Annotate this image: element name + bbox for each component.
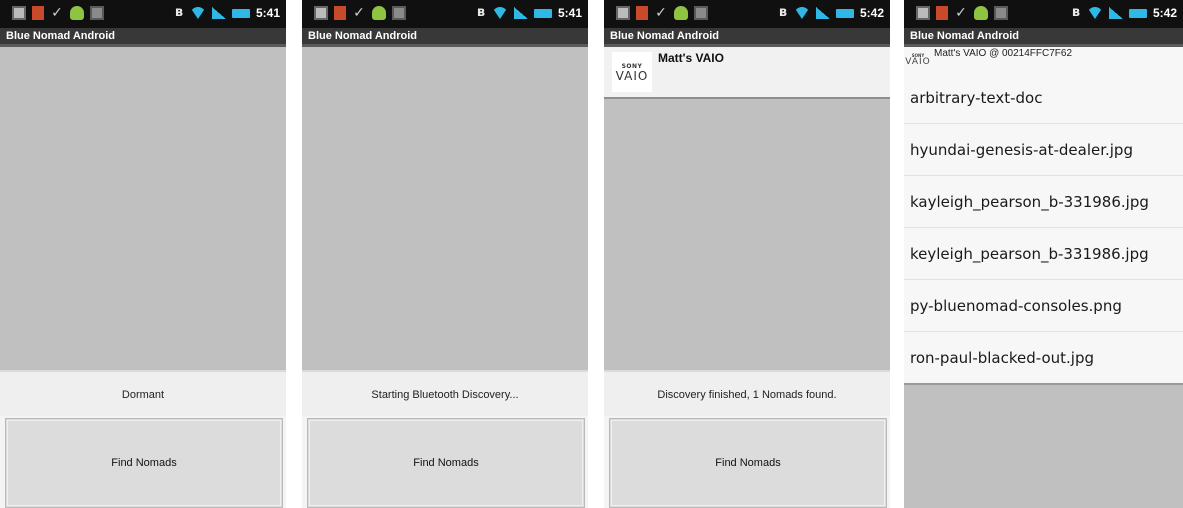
battery-icon: [835, 8, 854, 18]
usb-icon: [32, 6, 44, 20]
footer: Find Nomads: [0, 416, 286, 508]
connection-header: SONY VAIO Matt's VAIO @ 00214FFC7F62: [904, 47, 1183, 72]
wifi-icon: [793, 7, 810, 19]
status-bar: ✓ ʙ 5:42: [904, 0, 1183, 28]
file-list-item[interactable]: ron-paul-blacked-out.jpg: [904, 332, 1183, 385]
check-icon: ✓: [51, 5, 63, 21]
signal-icon: [815, 7, 830, 19]
sony-vaio-logo-icon: SONY VAIO: [612, 52, 652, 92]
sd-card-icon: [694, 6, 708, 20]
phone-screen-discovering: ✓ ʙ 5:41 Blue Nomad Android Starting Blu…: [302, 0, 588, 508]
check-icon: ✓: [955, 5, 967, 21]
signal-icon: [1108, 7, 1123, 19]
phone-screen-file-list: ✓ ʙ 5:42 Blue Nomad Android SONY VAIO Ma…: [904, 0, 1183, 508]
app-title: Blue Nomad Android: [0, 28, 286, 47]
android-icon: [372, 6, 386, 20]
status-bar: ✓ ʙ 5:41: [302, 0, 588, 28]
find-nomads-button[interactable]: Find Nomads: [609, 418, 887, 508]
sony-vaio-logo-icon: SONY VAIO: [905, 53, 931, 67]
usb-icon: [636, 6, 648, 20]
usb-icon: [334, 6, 346, 20]
status-bar: ✓ ʙ 5:41: [0, 0, 286, 28]
file-list: arbitrary-text-doc hyundai-genesis-at-de…: [904, 72, 1183, 385]
sd-card-icon: [994, 6, 1008, 20]
wifi-icon: [1086, 7, 1103, 19]
app-title: Blue Nomad Android: [604, 28, 890, 47]
status-bar: ✓ ʙ 5:42: [604, 0, 890, 28]
footer: Find Nomads: [302, 416, 588, 508]
sd-card-icon: [392, 6, 406, 20]
clock: 5:42: [1152, 6, 1177, 20]
battery-icon: [533, 8, 552, 18]
clock: 5:41: [557, 6, 582, 20]
clock: 5:41: [255, 6, 280, 20]
battery-icon: [1128, 8, 1147, 18]
check-icon: ✓: [353, 5, 365, 21]
notification-box-icon: [616, 6, 630, 20]
sd-card-icon: [90, 6, 104, 20]
file-list-item[interactable]: arbitrary-text-doc: [904, 72, 1183, 124]
android-icon: [674, 6, 688, 20]
bluetooth-icon: ʙ: [174, 5, 184, 20]
connection-label: Matt's VAIO @ 00214FFC7F62: [934, 48, 1073, 59]
signal-icon: [513, 7, 528, 19]
file-list-item[interactable]: kayleigh_pearson_b-331986.jpg: [904, 176, 1183, 228]
wifi-icon: [189, 7, 206, 19]
device-name: Matt's VAIO: [658, 51, 724, 65]
bluetooth-icon: ʙ: [778, 5, 788, 20]
notification-box-icon: [916, 6, 930, 20]
signal-icon: [211, 7, 226, 19]
clock: 5:42: [859, 6, 884, 20]
app-title: Blue Nomad Android: [904, 28, 1183, 47]
notification-box-icon: [12, 6, 26, 20]
file-browser-area: SONY VAIO Matt's VAIO @ 00214FFC7F62 arb…: [904, 47, 1183, 508]
file-list-item[interactable]: py-bluenomad-consoles.png: [904, 280, 1183, 332]
file-list-item[interactable]: keyleigh_pearson_b-331986.jpg: [904, 228, 1183, 280]
battery-icon: [231, 8, 250, 18]
wifi-icon: [491, 7, 508, 19]
find-nomads-button[interactable]: Find Nomads: [307, 418, 585, 508]
android-icon: [70, 6, 84, 20]
bluetooth-icon: ʙ: [1071, 5, 1081, 20]
app-title: Blue Nomad Android: [302, 28, 588, 47]
notification-box-icon: [314, 6, 328, 20]
bluetooth-icon: ʙ: [476, 5, 486, 20]
phone-screen-discovery-finished: ✓ ʙ 5:42 Blue Nomad Android SONY VAIO Ma…: [604, 0, 890, 508]
file-list-item[interactable]: hyundai-genesis-at-dealer.jpg: [904, 124, 1183, 176]
discovery-status: Starting Bluetooth Discovery...: [302, 370, 588, 416]
find-nomads-button[interactable]: Find Nomads: [5, 418, 283, 508]
check-icon: ✓: [655, 5, 667, 21]
phone-screen-dormant: ✓ ʙ 5:41 Blue Nomad Android Dormant Find…: [0, 0, 286, 508]
discovery-status: Discovery finished, 1 Nomads found.: [604, 370, 890, 416]
device-list-item[interactable]: SONY VAIO Matt's VAIO: [604, 47, 890, 99]
android-icon: [974, 6, 988, 20]
discovery-status: Dormant: [0, 370, 286, 416]
footer: Find Nomads: [604, 416, 890, 508]
usb-icon: [936, 6, 948, 20]
